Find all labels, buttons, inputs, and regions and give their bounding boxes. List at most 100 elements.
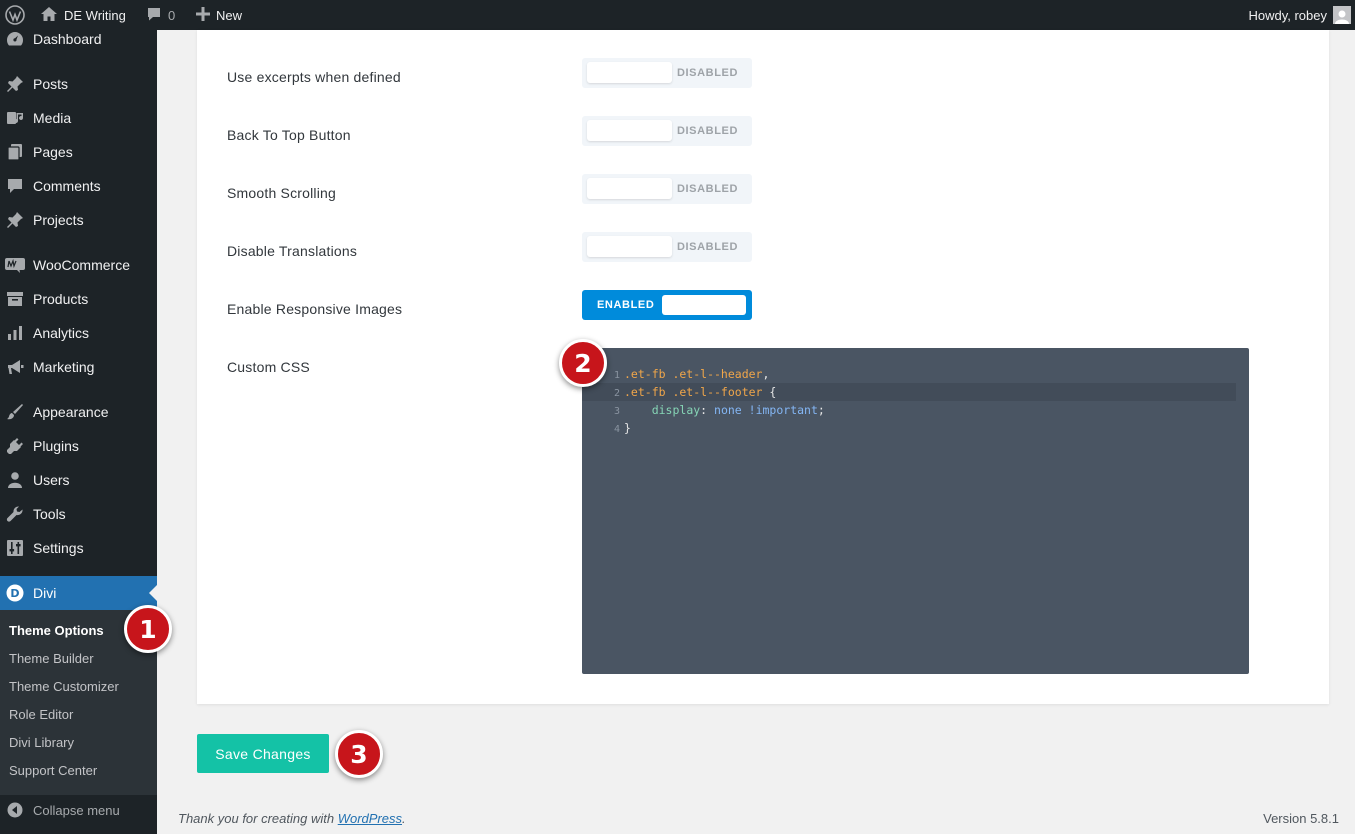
my-account-link[interactable]: Howdy, robey: [1248, 0, 1351, 30]
back-to-top-toggle[interactable]: DISABLED: [582, 116, 752, 146]
submenu-theme-builder[interactable]: Theme Builder: [9, 649, 94, 669]
css-punctuation: ;: [817, 403, 825, 417]
footer-thanks-suffix: .: [402, 811, 406, 826]
sidebar-item-label: Posts: [33, 76, 69, 92]
responsive-images-toggle[interactable]: ENABLED: [582, 290, 752, 320]
toggle-state: DISABLED: [676, 241, 738, 253]
plug-icon: [5, 436, 25, 456]
new-label: New: [216, 7, 243, 23]
sidebar-item-label: Users: [33, 472, 70, 488]
css-punctuation: ,: [762, 367, 770, 381]
excerpts-toggle[interactable]: DISABLED: [582, 58, 752, 88]
new-content-link[interactable]: New: [196, 0, 242, 30]
submenu-theme-options[interactable]: Theme Options: [9, 621, 104, 641]
user-icon: [5, 470, 25, 490]
annotation-badge-3: 3: [335, 730, 383, 778]
sidebar-item-label: Comments: [33, 178, 101, 194]
admin-sidebar: Dashboard Posts Media Pages Comments Pro…: [0, 30, 157, 834]
css-punctuation: }: [624, 421, 631, 435]
sidebar-item-woocommerce[interactable]: WooCommerce: [0, 248, 157, 282]
sidebar-item-label: WooCommerce: [33, 257, 130, 273]
brush-icon: [5, 402, 25, 422]
collapse-menu-button[interactable]: Collapse menu: [0, 795, 157, 825]
comment-icon: [5, 176, 25, 196]
css-punctuation: :: [700, 403, 715, 417]
sidebar-item-label: Appearance: [33, 404, 109, 420]
sidebar-item-label: Pages: [33, 144, 73, 160]
sidebar-item-comments[interactable]: Comments: [0, 169, 157, 203]
toggle-state: DISABLED: [676, 67, 738, 79]
option-label: Enable Responsive Images: [227, 301, 403, 317]
css-value: none !important: [714, 403, 818, 417]
pages-icon: [5, 142, 25, 162]
sidebar-item-dashboard[interactable]: Dashboard: [0, 22, 157, 56]
option-label: Back To Top Button: [227, 127, 351, 143]
option-label: Disable Translations: [227, 243, 358, 259]
pin-icon: [5, 210, 25, 230]
submenu-divi-library[interactable]: Divi Library: [9, 733, 74, 753]
submenu-role-editor[interactable]: Role Editor: [9, 705, 73, 725]
toggle-knob: [662, 295, 746, 315]
admin-bar: DE Writing 0 New Howdy, robey: [0, 0, 1355, 30]
option-label: Use excerpts when defined: [227, 69, 401, 85]
sidebar-item-label: Products: [33, 291, 89, 307]
custom-css-label: Custom CSS: [227, 359, 310, 375]
sidebar-item-appearance[interactable]: Appearance: [0, 395, 157, 429]
sliders-icon: [5, 538, 25, 558]
toggle-state: ENABLED: [597, 299, 655, 311]
line-number: 4: [613, 424, 620, 435]
archive-icon: [5, 289, 25, 309]
svg-text:D: D: [10, 587, 19, 600]
option-label: Smooth Scrolling: [227, 185, 337, 201]
toggle-knob: [587, 178, 672, 199]
sidebar-item-label: Tools: [33, 506, 66, 522]
sidebar-item-label: Dashboard: [33, 31, 102, 47]
sidebar-item-label: Projects: [33, 212, 84, 228]
sidebar-item-posts[interactable]: Posts: [0, 67, 157, 101]
sidebar-item-pages[interactable]: Pages: [0, 135, 157, 169]
sidebar-item-label: Marketing: [33, 359, 95, 375]
sidebar-item-media[interactable]: Media: [0, 101, 157, 135]
code-line: 4}: [582, 419, 1236, 437]
sidebar-item-users[interactable]: Users: [0, 463, 157, 497]
sidebar-item-analytics[interactable]: Analytics: [0, 316, 157, 350]
plus-icon: [196, 6, 210, 24]
css-selector: .et-fb .et-l--footer: [624, 385, 763, 399]
sidebar-item-plugins[interactable]: Plugins: [0, 429, 157, 463]
bar-chart-icon: [5, 323, 25, 343]
megaphone-icon: [5, 357, 25, 377]
sidebar-item-settings[interactable]: Settings: [0, 531, 157, 565]
theme-options-panel: Use excerpts when defined DISABLED Back …: [197, 30, 1329, 704]
footer-thanks: Thank you for creating with WordPress.: [178, 811, 406, 826]
greeting: Howdy, robey: [1248, 7, 1327, 23]
sidebar-item-projects[interactable]: Projects: [0, 203, 157, 237]
sidebar-item-tools[interactable]: Tools: [0, 497, 157, 531]
toggle-knob: [587, 236, 672, 257]
sidebar-item-divi[interactable]: D Divi: [0, 576, 157, 610]
smooth-scrolling-toggle[interactable]: DISABLED: [582, 174, 752, 204]
css-punctuation: {: [762, 385, 777, 399]
custom-css-editor[interactable]: 1 .et-fb .et-l--header, 2 .et-fb .et-l--fo…: [582, 348, 1249, 674]
avatar: [1333, 6, 1351, 24]
collapse-arrow-icon: [5, 800, 25, 820]
code-line: 3 display: none !important;: [582, 401, 1236, 419]
sidebar-item-marketing[interactable]: Marketing: [0, 350, 157, 384]
submenu-theme-customizer[interactable]: Theme Customizer: [9, 677, 119, 697]
wordpress-link[interactable]: WordPress: [338, 811, 402, 826]
save-changes-button[interactable]: Save Changes: [197, 734, 329, 773]
code-line: 1 .et-fb .et-l--header,: [582, 365, 1236, 383]
sidebar-item-products[interactable]: Products: [0, 282, 157, 316]
sidebar-item-label: Settings: [33, 540, 84, 556]
woo-icon: [5, 255, 25, 275]
css-property: display: [651, 403, 701, 417]
divi-icon: D: [5, 583, 25, 603]
media-icon: [5, 108, 25, 128]
annotation-badge-2: 2: [559, 339, 607, 387]
footer-thanks-prefix: Thank you for creating with: [178, 811, 338, 826]
disable-translations-toggle[interactable]: DISABLED: [582, 232, 752, 262]
submenu-support-center[interactable]: Support Center: [9, 761, 97, 781]
toggle-state: DISABLED: [676, 125, 738, 137]
site-name: DE Writing: [64, 7, 126, 23]
toggle-knob: [587, 62, 672, 83]
css-indent: [624, 403, 652, 417]
